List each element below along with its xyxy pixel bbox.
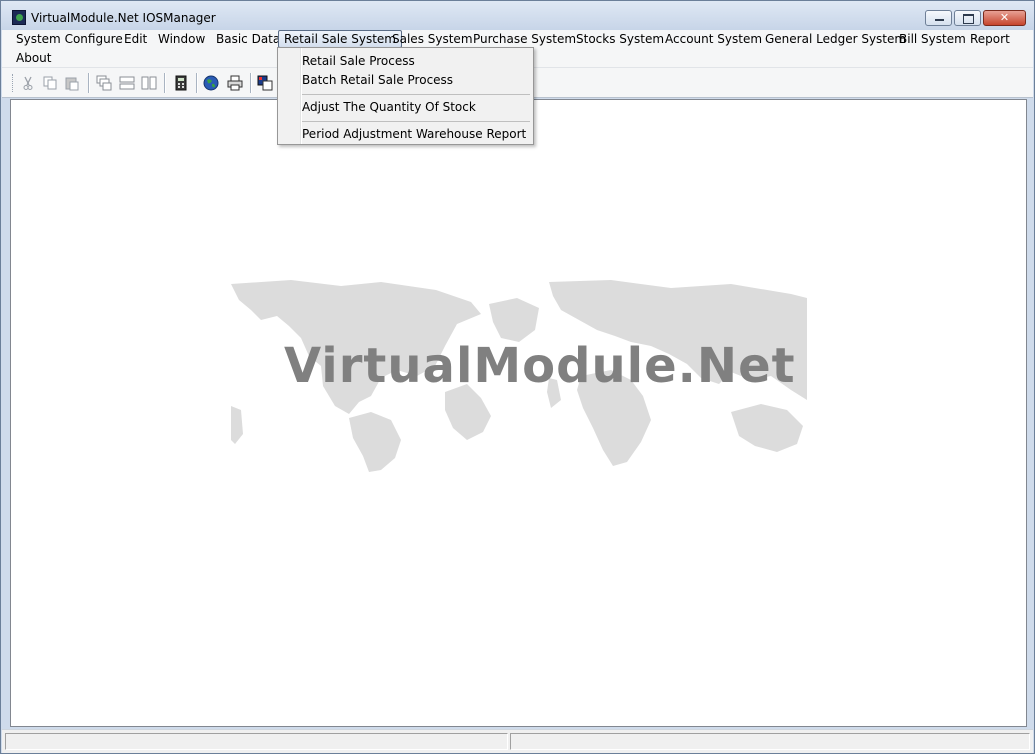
app-window: VirtualModule.Net IOSManager ✕ System Co… [0, 0, 1035, 754]
watermark-text: VirtualModule.Net [284, 338, 796, 394]
retail-sale-system-dropdown: Retail Sale Process Batch Retail Sale Pr… [277, 47, 534, 145]
menu-window[interactable]: Window [153, 31, 210, 47]
menu-account-system[interactable]: Account System [660, 31, 767, 47]
menu-edit[interactable]: Edit [119, 31, 152, 47]
globe-icon[interactable] [203, 75, 219, 91]
menu-stocks-system[interactable]: Stocks System [571, 31, 669, 47]
menu-item-adjust-quantity-of-stock[interactable]: Adjust The Quantity Of Stock [302, 99, 476, 115]
toolbar-grip[interactable] [12, 74, 15, 92]
report-icon[interactable] [257, 75, 273, 91]
maximize-icon [955, 11, 980, 25]
close-button[interactable]: ✕ [983, 10, 1026, 26]
menu-item-retail-sale-process[interactable]: Retail Sale Process [302, 53, 415, 69]
print-icon[interactable] [227, 75, 243, 91]
minimize-icon [926, 11, 951, 25]
menu-basic-data[interactable]: Basic Data [211, 31, 285, 47]
mdi-workspace[interactable]: VirtualModule.Net [10, 99, 1027, 727]
menu-separator [302, 94, 530, 95]
menu-about[interactable]: About [11, 50, 56, 66]
paste-icon[interactable] [64, 75, 80, 91]
cut-icon[interactable] [20, 75, 36, 91]
menu-general-ledger-system[interactable]: General Ledger System [760, 31, 911, 47]
menu-sales-system[interactable]: Sales System [387, 31, 478, 47]
minimize-button[interactable] [925, 10, 952, 26]
window-controls: ✕ [925, 10, 1026, 26]
toolbar-separator [164, 73, 165, 93]
app-globe-icon[interactable] [12, 10, 26, 25]
status-pane-main [5, 733, 508, 750]
cascade-icon[interactable] [96, 75, 112, 91]
title-bar[interactable]: VirtualModule.Net IOSManager ✕ [1, 1, 1034, 30]
menu-system-configure[interactable]: System Configure [11, 31, 128, 47]
copy-icon[interactable] [42, 75, 58, 91]
maximize-button[interactable] [954, 10, 981, 26]
close-icon: ✕ [999, 11, 1010, 24]
calculator-icon[interactable] [173, 75, 189, 91]
menu-purchase-system[interactable]: Purchase System [468, 31, 581, 47]
tile-vertical-icon[interactable] [141, 75, 157, 91]
menu-bill-system[interactable]: Bill System [894, 31, 971, 47]
window-title: VirtualModule.Net IOSManager [31, 11, 216, 25]
status-bar [2, 729, 1033, 753]
menu-item-period-adjustment-warehouse-report[interactable]: Period Adjustment Warehouse Report [302, 126, 526, 142]
toolbar-separator [88, 73, 89, 93]
tile-horizontal-icon[interactable] [119, 75, 135, 91]
toolbar-separator [250, 73, 251, 93]
menu-report[interactable]: Report [965, 31, 1015, 47]
menu-item-batch-retail-sale-process[interactable]: Batch Retail Sale Process [302, 72, 453, 88]
toolbar-separator [196, 73, 197, 93]
status-pane-secondary [510, 733, 1030, 750]
menu-retail-sale-system[interactable]: Retail Sale System [278, 30, 402, 48]
menu-separator [302, 121, 530, 122]
